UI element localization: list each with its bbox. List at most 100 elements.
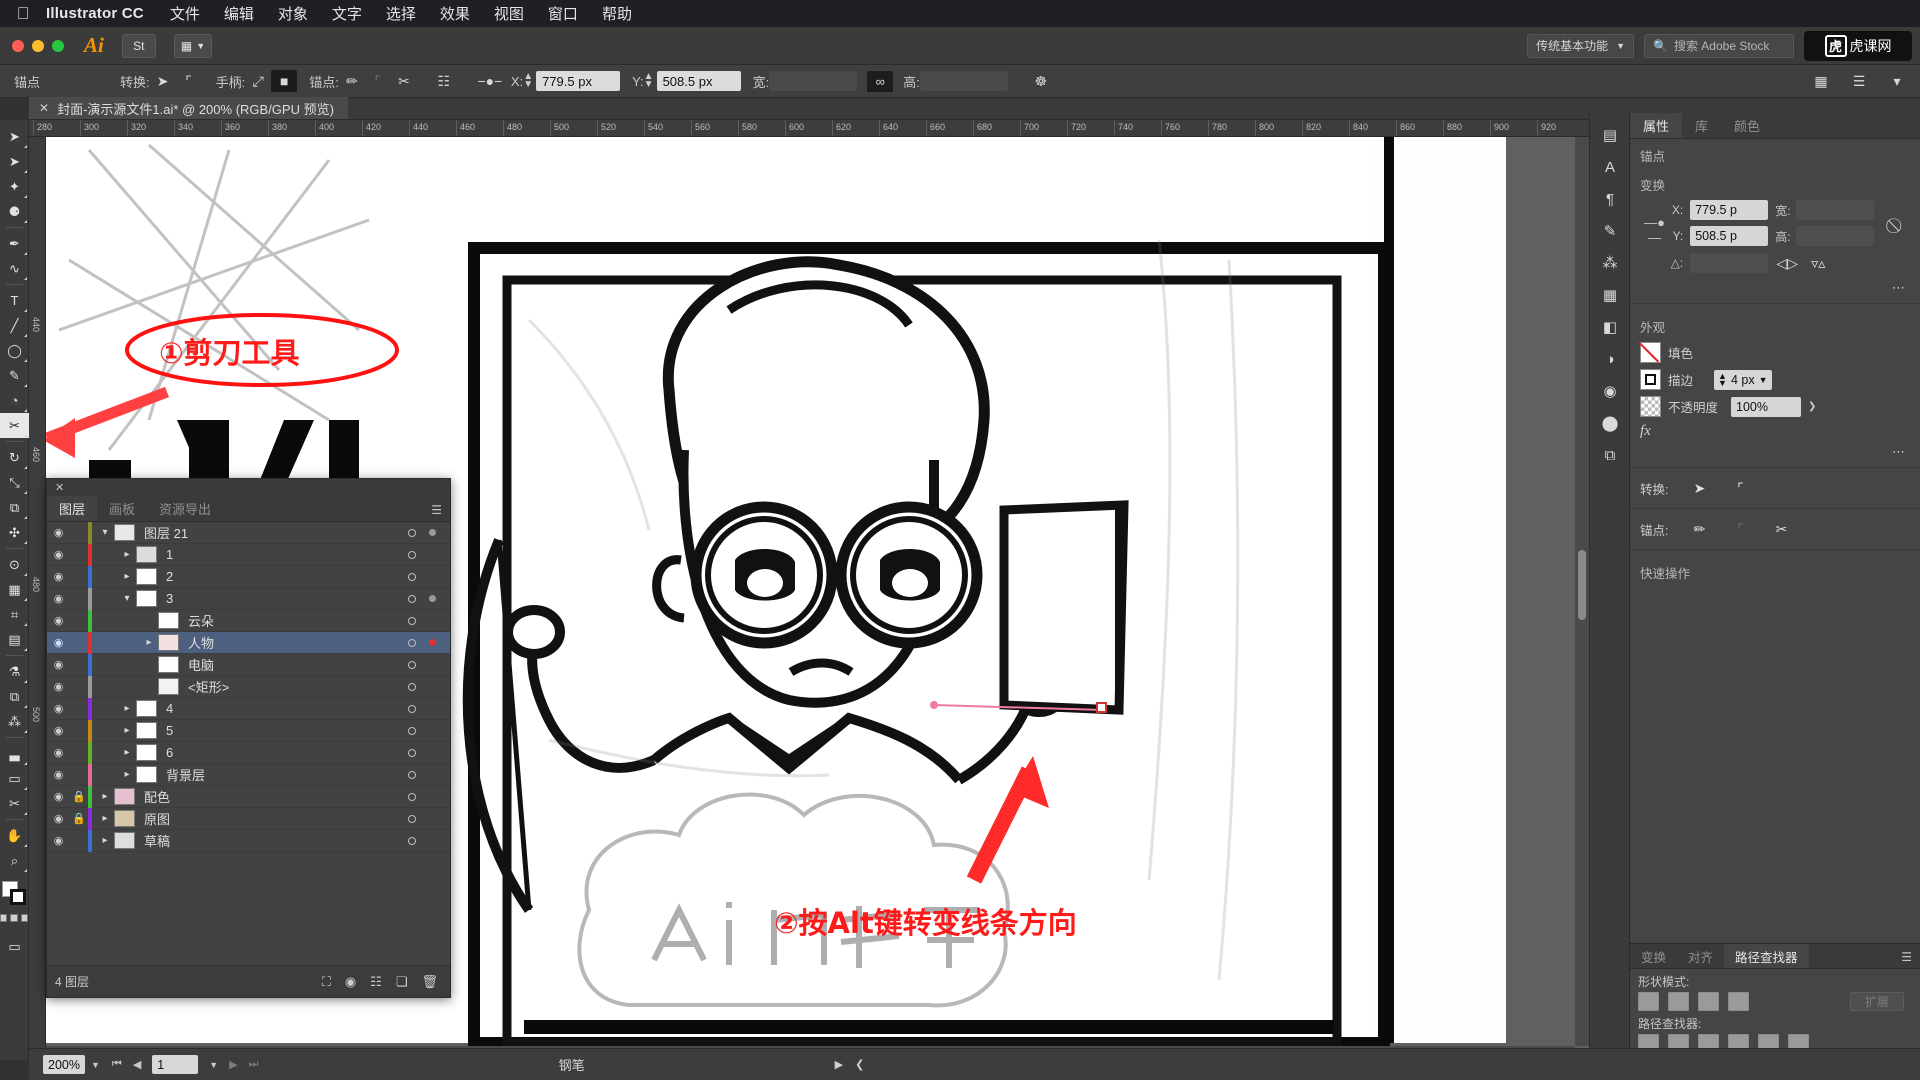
layer-name[interactable]: 图层 21 <box>144 523 188 542</box>
left-arrow-icon[interactable]: ❮ <box>855 1058 864 1071</box>
slice-tool[interactable]: ✂ <box>0 791 29 816</box>
panel-menu-icon[interactable]: ☰ <box>431 503 442 517</box>
layer-lock-toggle[interactable]: 🔒 <box>70 790 88 803</box>
symbols-icon[interactable]: ⁂ <box>1590 247 1630 279</box>
type-tool[interactable]: T <box>0 288 29 313</box>
screen-mode-icon[interactable]: ▭ <box>0 934 29 959</box>
eyedropper-tool[interactable]: ⚗ <box>0 659 29 684</box>
tab-layers[interactable]: 图层 <box>47 496 98 521</box>
layer-visibility-toggle[interactable]: ◉ <box>47 834 70 847</box>
height-input[interactable] <box>919 71 1008 91</box>
libraries-icon[interactable]: ▤ <box>1590 119 1630 151</box>
layer-name[interactable]: 原图 <box>144 809 170 828</box>
lasso-tool[interactable]: ⚈ <box>0 199 29 224</box>
layer-disclosure-triangle[interactable]: ▸ <box>140 637 158 648</box>
last-page-icon[interactable]: ⏭ <box>249 1058 259 1071</box>
layer-name[interactable]: 5 <box>166 723 173 738</box>
layer-visibility-toggle[interactable]: ◉ <box>47 526 70 539</box>
ellipse-tool[interactable]: ◯ <box>0 338 29 363</box>
next-page-icon[interactable]: ▶ <box>229 1058 237 1071</box>
show-handles-icon[interactable]: ⤢ <box>245 70 271 92</box>
flip-horizontal-icon[interactable]: ◁▷ <box>1775 252 1799 274</box>
handle-icon[interactable]: ⌜ <box>1728 518 1752 540</box>
layer-target-indicator[interactable] <box>408 638 416 647</box>
y-input[interactable]: 508.5 p <box>1690 226 1769 246</box>
convert-to-smooth-icon[interactable]: ⌜ <box>1728 477 1752 499</box>
layer-row[interactable]: ◉ 云朵 <box>47 609 450 632</box>
layers-icon[interactable]: ⧉ <box>1590 439 1630 471</box>
column-graph-tool[interactable]: ▃ <box>0 741 29 766</box>
layer-target-indicator[interactable] <box>408 748 416 757</box>
layer-row[interactable]: ◉ ▸ 草稿 <box>47 829 450 852</box>
fill-row[interactable]: 填色 <box>1630 339 1920 366</box>
layer-row[interactable]: ◉ ▸ 1 <box>47 543 450 566</box>
magic-wand-tool[interactable]: ✦ <box>0 174 29 199</box>
layer-name[interactable]: 电脑 <box>188 655 214 674</box>
layer-target-indicator[interactable] <box>408 528 416 537</box>
layer-selection-indicator[interactable] <box>429 529 436 536</box>
width-input[interactable] <box>1796 200 1875 220</box>
vertical-scrollbar[interactable] <box>1575 120 1589 1046</box>
layer-visibility-toggle[interactable]: ◉ <box>47 768 70 781</box>
layer-target-indicator[interactable] <box>408 792 416 801</box>
tab-properties[interactable]: 属性 <box>1630 113 1683 138</box>
link-icon[interactable]: ∞ <box>867 70 894 92</box>
layer-disclosure-triangle[interactable]: ▾ <box>96 527 114 538</box>
layer-name[interactable]: 1 <box>166 547 173 562</box>
layer-disclosure-triangle[interactable]: ▸ <box>118 571 136 582</box>
layer-visibility-toggle[interactable]: ◉ <box>47 790 70 803</box>
character-icon[interactable]: A <box>1590 151 1630 183</box>
layer-disclosure-triangle[interactable]: ▸ <box>118 703 136 714</box>
layer-row[interactable]: ◉ ▸ 2 <box>47 565 450 588</box>
layer-visibility-toggle[interactable]: ◉ <box>47 680 70 693</box>
play-icon[interactable]: ▶ <box>835 1058 843 1071</box>
remove-anchor-point-icon[interactable]: ✂ <box>391 70 417 92</box>
arrange-documents-button[interactable]: ▦ ▼ <box>173 33 213 58</box>
gradient-tool[interactable]: ▤ <box>0 627 29 652</box>
layer-target-indicator[interactable] <box>408 836 416 845</box>
layer-target-indicator[interactable] <box>408 704 416 713</box>
layer-name[interactable]: 配色 <box>144 787 170 806</box>
layer-row[interactable]: ◉ 电脑 <box>47 653 450 676</box>
layer-disclosure-triangle[interactable]: ▸ <box>96 813 114 824</box>
tab-color[interactable]: 颜色 <box>1721 113 1773 138</box>
menu-item-help[interactable]: 帮助 <box>602 3 632 24</box>
layers-panel[interactable]: ✕ 图层 画板 资源导出 ☰ ◉ ▾ 图层 21 ◉ ▸ 1 ◉ ▸ 2 ◉ ▾ 3 ◉ 云朵 ◉ ▸ 人物 ◉ 电… <box>46 478 451 998</box>
layer-visibility-toggle[interactable]: ◉ <box>47 812 70 825</box>
curvature-tool[interactable]: ∿ <box>0 256 29 281</box>
layer-visibility-toggle[interactable]: ◉ <box>47 636 70 649</box>
layer-name[interactable]: 背景层 <box>166 765 205 784</box>
x-stepper[interactable]: ▲ ▼ <box>523 72 533 90</box>
scissors-tool[interactable]: ✂ <box>0 413 29 438</box>
layer-name[interactable]: 4 <box>166 701 173 716</box>
layer-visibility-toggle[interactable]: ◉ <box>47 702 70 715</box>
hide-handles-icon[interactable]: ■ <box>271 70 298 92</box>
graphic-styles-icon[interactable]: ⬤ <box>1590 407 1630 439</box>
fx-icon[interactable]: fx <box>1640 423 1651 440</box>
layer-name[interactable]: 2 <box>166 569 173 584</box>
artboard-tool[interactable]: ▭ <box>0 766 29 791</box>
none-icon[interactable] <box>20 914 28 922</box>
free-transform-tool[interactable]: ✣ <box>0 520 29 545</box>
menu-item-type[interactable]: 文字 <box>332 3 362 24</box>
layer-disclosure-triangle[interactable]: ▸ <box>118 769 136 780</box>
layer-name[interactable]: 云朵 <box>188 611 214 630</box>
layer-disclosure-triangle[interactable]: ▸ <box>96 791 114 802</box>
intersect-icon[interactable] <box>1698 992 1719 1011</box>
layer-visibility-toggle[interactable]: ◉ <box>47 724 70 737</box>
x-input[interactable]: 779.5 p <box>1690 200 1769 220</box>
menu-item-window[interactable]: 窗口 <box>548 3 578 24</box>
tab-asset-export[interactable]: 资源导出 <box>147 496 223 521</box>
y-stepper[interactable]: ▲ ▼ <box>644 72 654 90</box>
hand-tool[interactable]: ✋ <box>0 823 29 848</box>
opacity-input[interactable]: 100% <box>1731 396 1802 417</box>
layer-target-indicator[interactable] <box>408 550 416 559</box>
convert-to-corner-icon[interactable]: ➤ <box>1687 477 1711 499</box>
transform-more-options-icon[interactable]: ⋯ <box>1892 280 1906 295</box>
layer-row[interactable]: ◉ ▸ 5 <box>47 719 450 742</box>
menu-item-effect[interactable]: 效果 <box>440 3 470 24</box>
reference-point-icon[interactable]: —●— <box>1640 197 1669 245</box>
layer-disclosure-triangle[interactable]: ▸ <box>96 835 114 846</box>
remove-anchor-icon[interactable]: ✂ <box>1769 518 1793 540</box>
arrange-icon[interactable]: ☰ <box>1846 70 1872 92</box>
